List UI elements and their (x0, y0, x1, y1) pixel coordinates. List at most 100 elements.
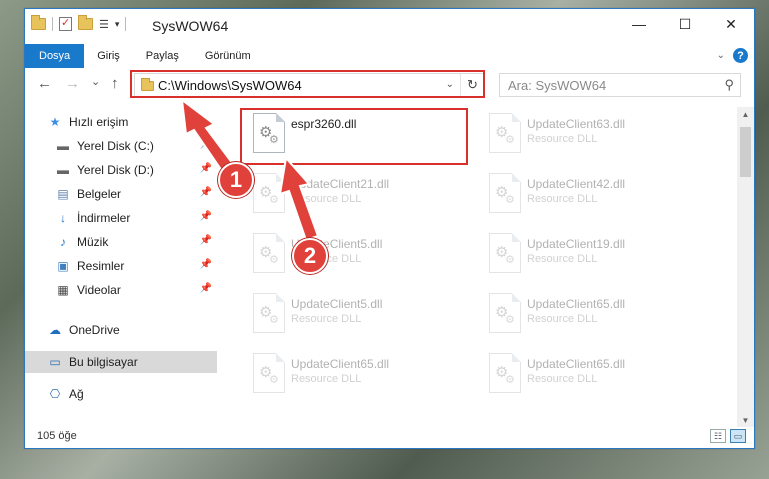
file-type: Resource DLL (291, 313, 362, 325)
sidebar-item-label: Hızlı erişim (69, 115, 129, 129)
file-type: Resource DLL (527, 193, 598, 205)
file-type: Resource DLL (527, 373, 598, 385)
help-icon[interactable]: ? (733, 48, 748, 63)
vertical-scrollbar[interactable]: ▲ ▼ (737, 107, 754, 427)
dll-file-icon: ⚙ ⚙ (253, 353, 285, 393)
sidebar-item-videos[interactable]: ▦ Videolar 📌 (25, 279, 217, 301)
item-count: 105 öğe (37, 430, 77, 442)
folder-icon (31, 15, 46, 30)
dll-file-icon: ⚙ ⚙ (489, 173, 521, 213)
dll-file-icon: ⚙ ⚙ (489, 293, 521, 333)
network-icon: ⎔ (49, 387, 61, 401)
dll-file-icon: ⚙ ⚙ (489, 233, 521, 273)
music-icon: ♪ (60, 235, 66, 249)
file-item[interactable]: ⚙ ⚙ UpdateClient63.dll Resource DLL (477, 111, 707, 163)
file-name: UpdateClient63.dll (527, 117, 626, 131)
search-input[interactable]: Ara: SysWOW64 ⚲ (499, 73, 741, 97)
file-item[interactable]: ⚙ ⚙ UpdateClient65.dll Resource DLL (477, 351, 707, 403)
sidebar-item-pictures[interactable]: ▣ Resimler 📌 (25, 255, 217, 277)
view-icon[interactable]: ☰ (99, 18, 109, 31)
file-name: UpdateClient65.dll (527, 357, 626, 371)
videos-icon: ▦ (57, 283, 69, 297)
customize-toolbar-icon[interactable]: ▾ (115, 19, 120, 30)
sidebar-item-label: Videolar (77, 283, 121, 297)
scroll-down-icon[interactable]: ▼ (737, 413, 754, 427)
maximize-button[interactable]: ☐ (662, 9, 708, 39)
file-type: Resource DLL (291, 193, 362, 205)
ribbon-tabs: Dosya Giriş Paylaş Görünüm ⌄ ? (25, 44, 754, 68)
dll-file-icon: ⚙ ⚙ (253, 233, 285, 273)
separator (52, 17, 53, 31)
file-type: Resource DLL (291, 373, 362, 385)
expand-ribbon-icon[interactable]: ⌄ (717, 50, 725, 61)
new-folder-icon[interactable] (78, 15, 93, 30)
star-icon: ★ (49, 115, 61, 129)
sidebar-item-documents[interactable]: ▤ Belgeler 📌 (25, 183, 217, 205)
forward-button[interactable]: → (65, 75, 80, 92)
pin-icon[interactable]: 📌 (200, 187, 212, 198)
dll-file-icon: ⚙ ⚙ (253, 293, 285, 333)
details-view-icon[interactable]: ☷ (710, 429, 726, 443)
quick-access-toolbar: ☰ ▾ (31, 15, 127, 31)
documents-icon: ▤ (57, 187, 69, 201)
file-name: UpdateClient5.dll (291, 297, 383, 311)
cloud-icon: ☁ (49, 323, 61, 337)
sidebar-item-disk-c[interactable]: ▬ Yerel Disk (C:) 📌 (25, 135, 217, 157)
file-item[interactable]: ⚙ ⚙ UpdateClient19.dll Resource DLL (477, 231, 707, 283)
dll-file-icon: ⚙ ⚙ (253, 173, 285, 213)
step-2-badge: 2 (292, 238, 328, 274)
search-placeholder: Ara: SysWOW64 (508, 78, 607, 93)
scrollbar-thumb[interactable] (740, 127, 751, 177)
separator (125, 17, 127, 31)
pin-icon[interactable]: 📌 (200, 283, 212, 294)
file-name: UpdateClient65.dll (291, 357, 390, 371)
file-item[interactable]: ⚙⚙ UpdateClient5.dll Resource DLL (241, 291, 471, 343)
pin-icon[interactable]: 📌 (200, 211, 212, 222)
pin-icon[interactable]: 📌 (200, 235, 212, 246)
file-name: UpdateClient21.dll (291, 177, 390, 191)
sidebar-item-label: Bu bilgisayar (69, 355, 138, 369)
sidebar-item-quick-access[interactable]: ★ Hızlı erişim (25, 111, 217, 133)
tab-home[interactable]: Giriş (84, 44, 133, 68)
close-button[interactable]: ✕ (708, 9, 754, 39)
file-highlight-box (240, 108, 468, 165)
file-item[interactable]: ⚙ ⚙ UpdateClient65.dll Resource DLL (241, 351, 471, 403)
drive-icon: ▬ (57, 139, 69, 153)
file-type: Resource DLL (527, 133, 598, 145)
tab-file[interactable]: Dosya (25, 44, 85, 68)
tab-view[interactable]: Görünüm (192, 44, 264, 68)
tiles-view-icon[interactable]: ▭ (730, 429, 746, 443)
sidebar-item-downloads[interactable]: ↓ İndirmeler 📌 (25, 207, 217, 229)
file-item[interactable]: ⚙ ⚙ UpdateClient65.dll Resource DLL (477, 291, 707, 343)
computer-icon: ▭ (49, 355, 61, 369)
file-name: UpdateClient19.dll (527, 237, 626, 251)
sidebar-item-disk-d[interactable]: ▬ Yerel Disk (D:) 📌 (25, 159, 217, 181)
recent-locations-button[interactable]: ⌄ (91, 75, 100, 88)
pin-icon[interactable]: 📌 (200, 163, 212, 174)
sidebar-item-this-pc[interactable]: ▭ Bu bilgisayar (25, 351, 217, 373)
sidebar-item-label: OneDrive (69, 323, 120, 337)
sidebar-item-label: Yerel Disk (C:) (77, 139, 154, 153)
back-button[interactable]: ← (37, 75, 52, 92)
minimize-button[interactable]: — (616, 9, 662, 39)
pin-icon[interactable]: 📌 (200, 259, 212, 270)
scroll-up-icon[interactable]: ▲ (737, 107, 754, 121)
file-item[interactable]: ⚙ ⚙ UpdateClient42.dll Resource DLL (477, 171, 707, 223)
file-item[interactable]: ⚙⚙ UpdateClient5.dll Resource DLL (241, 231, 471, 283)
sidebar-item-label: Resimler (77, 259, 125, 273)
sidebar-item-music[interactable]: ♪ Müzik 📌 (25, 231, 217, 253)
tab-share[interactable]: Paylaş (133, 44, 192, 68)
pictures-icon: ▣ (57, 259, 69, 273)
sidebar-item-label: Belgeler (77, 187, 122, 201)
drive-icon: ▬ (57, 163, 69, 177)
sidebar-item-label: Müzik (77, 235, 109, 249)
sidebar-item-label: İndirmeler (77, 211, 131, 225)
properties-icon[interactable] (59, 16, 72, 31)
file-item[interactable]: ⚙ ⚙ UpdateClient21.dll Resource DLL (241, 171, 471, 223)
sidebar-item-network[interactable]: ⎔ Ağ (25, 383, 217, 405)
file-name: UpdateClient42.dll (527, 177, 626, 191)
up-button[interactable]: ↑ (111, 75, 119, 92)
sidebar-item-onedrive[interactable]: ☁ OneDrive (25, 319, 217, 341)
search-icon: ⚲ (724, 77, 734, 92)
pin-icon[interactable]: 📌 (200, 139, 212, 150)
